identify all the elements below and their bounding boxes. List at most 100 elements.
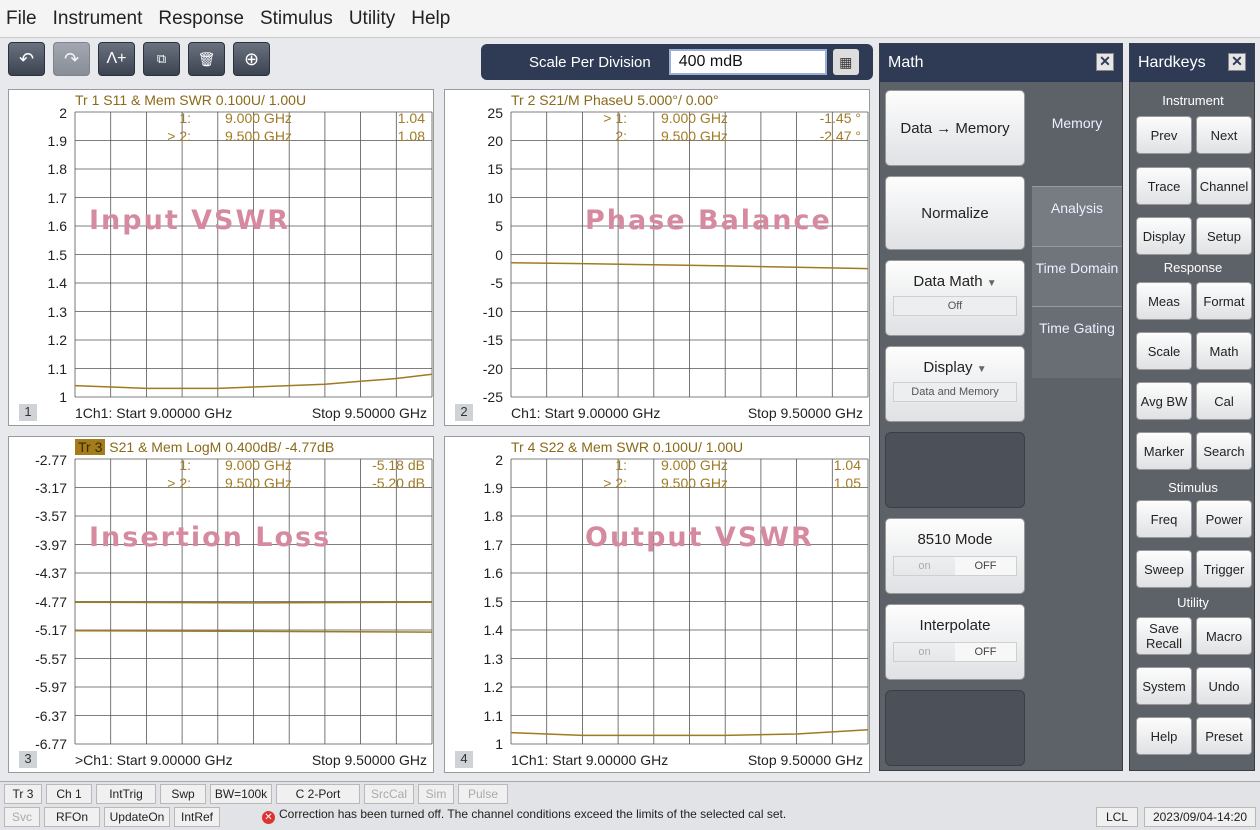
dropdown-arrow-icon: ▼ xyxy=(976,364,987,375)
y-tick-label: 1.8 xyxy=(47,161,67,177)
hardkey-meas[interactable]: Meas xyxy=(1136,282,1192,320)
hardkey-marker[interactable]: Marker xyxy=(1136,432,1192,470)
stop-frequency: Stop 9.50000 GHz xyxy=(311,752,427,768)
toolbar: ↶ ↷ Λ+ ⧉ 🗑 ⊕ xyxy=(8,42,270,80)
stop-frequency: Stop 9.50000 GHz xyxy=(747,752,863,768)
status-indicator[interactable]: Pulse xyxy=(458,784,508,804)
hardkey-cal[interactable]: Cal xyxy=(1196,382,1252,420)
trace-plot[interactable] xyxy=(445,90,871,427)
status-indicator[interactable]: BW=100k xyxy=(210,784,272,804)
y-tick-label: 1.1 xyxy=(483,707,503,724)
y-tick-label: -4.37 xyxy=(35,565,67,581)
copy-display-button[interactable]: ⧉ xyxy=(143,42,180,76)
8510-mode-button[interactable]: 8510 Mode on OFF xyxy=(885,518,1025,594)
interpolate-toggle[interactable]: on OFF xyxy=(893,642,1017,662)
trace-panel-3[interactable]: Tr 3 S21 & Mem LogM 0.400dB/ -4.77dB -2.… xyxy=(8,436,434,773)
display-value: Data and Memory xyxy=(893,382,1017,402)
keypad-button[interactable]: ▦ xyxy=(832,49,859,75)
status-indicator[interactable]: SrcCal xyxy=(364,784,414,804)
hardkey-sweep[interactable]: Sweep xyxy=(1136,550,1192,588)
8510-mode-label: 8510 Mode xyxy=(917,531,993,548)
copy-display-icon: ⧉ xyxy=(156,51,167,66)
hardkey-power[interactable]: Power xyxy=(1196,500,1252,538)
y-tick-label: -6.37 xyxy=(35,707,67,724)
redo-button[interactable]: ↷ xyxy=(53,42,90,76)
marker-add-button[interactable]: Λ+ xyxy=(98,42,135,76)
data-to-memory-button[interactable]: Data → Memory xyxy=(885,90,1025,166)
menu-instrument[interactable]: Instrument xyxy=(53,8,143,30)
y-tick-label: 1.3 xyxy=(47,303,67,320)
hardkey-trace[interactable]: Trace xyxy=(1136,167,1192,205)
zoom-button[interactable]: ⊕ xyxy=(233,42,270,76)
y-tick-label: 1.5 xyxy=(483,593,503,610)
scale-input[interactable]: 400 mdB xyxy=(668,49,827,75)
hardkey-next[interactable]: Next xyxy=(1196,116,1252,154)
hardkey-display[interactable]: Display xyxy=(1136,217,1192,255)
menu-help[interactable]: Help xyxy=(411,8,450,30)
interpolate-button[interactable]: Interpolate on OFF xyxy=(885,604,1025,680)
status-indicator[interactable]: Ch 1 xyxy=(46,784,92,804)
menu-stimulus[interactable]: Stimulus xyxy=(260,8,333,30)
hardkey-freq[interactable]: Freq xyxy=(1136,500,1192,538)
status-indicator[interactable]: RFOn xyxy=(44,807,100,827)
hardkey-search[interactable]: Search xyxy=(1196,432,1252,470)
undo-icon: ↶ xyxy=(18,48,35,69)
menu-utility[interactable]: Utility xyxy=(349,8,395,30)
y-tick-label: -6.77 xyxy=(35,736,67,752)
tab-time-gating[interactable]: Time Gating xyxy=(1032,306,1122,378)
menu-file[interactable]: File xyxy=(6,8,37,30)
trace-panel-1[interactable]: Tr 1 S11 & Mem SWR 0.100U/ 1.00U 2 1.9 1.8… xyxy=(8,89,434,426)
trace-plot[interactable] xyxy=(445,437,871,774)
status-indicator[interactable]: Sim xyxy=(418,784,454,804)
y-tick-label: 1.5 xyxy=(47,246,67,263)
status-indicator[interactable]: IntRef xyxy=(174,807,220,827)
marker-frequency: 9.000 GHz xyxy=(225,110,292,126)
y-tick-label: 1.2 xyxy=(47,332,67,348)
hardkey-math[interactable]: Math xyxy=(1196,332,1252,370)
hardkeys-header: Hardkeys ✕ xyxy=(1130,44,1254,82)
status-indicator[interactable]: Swp xyxy=(160,784,206,804)
menu-response[interactable]: Response xyxy=(158,8,244,30)
hardkey-macro[interactable]: Macro xyxy=(1196,617,1252,655)
delete-button[interactable]: 🗑 xyxy=(188,42,225,76)
hardkey-save-recall[interactable]: Save Recall xyxy=(1136,617,1192,655)
undo-button[interactable]: ↶ xyxy=(8,42,45,76)
hardkey-avg-bw[interactable]: Avg BW xyxy=(1136,382,1192,420)
hardkey-format[interactable]: Format xyxy=(1196,282,1252,320)
status-indicator[interactable]: UpdateOn xyxy=(104,807,170,827)
trace-panel-4[interactable]: Tr 4 S22 & Mem SWR 0.100U/ 1.00U 2 1.9 1.8… xyxy=(444,436,870,773)
8510-mode-toggle[interactable]: on OFF xyxy=(893,556,1017,576)
hardkey-preset[interactable]: Preset xyxy=(1196,717,1252,755)
toggle-on: on xyxy=(918,646,931,658)
y-tick-label: 20 xyxy=(487,132,503,149)
trace-watermark: Input VSWR xyxy=(89,205,291,236)
hardkey-undo[interactable]: Undo xyxy=(1196,667,1252,705)
status-indicator[interactable]: IntTrig xyxy=(96,784,156,804)
close-math-button[interactable]: ✕ xyxy=(1096,53,1114,71)
interpolate-label: Interpolate xyxy=(919,617,991,634)
math-tabs: Memory Analysis Time Domain Time Gating xyxy=(1032,82,1122,772)
y-tick-label: -3.17 xyxy=(35,479,67,496)
hardkey-trigger[interactable]: Trigger xyxy=(1196,550,1252,588)
tab-memory[interactable]: Memory xyxy=(1032,102,1122,174)
status-indicator[interactable]: Svc xyxy=(4,807,40,827)
status-indicator[interactable]: C 2-Port xyxy=(276,784,360,804)
error-icon: ✕ xyxy=(262,811,275,824)
normalize-button[interactable]: Normalize xyxy=(885,176,1025,250)
hardkey-help[interactable]: Help xyxy=(1136,717,1192,755)
display-button[interactable]: Display ▼ Data and Memory xyxy=(885,346,1025,422)
hardkey-prev[interactable]: Prev xyxy=(1136,116,1192,154)
y-tick-label: 10 xyxy=(487,189,503,206)
trace-line-2 xyxy=(74,601,433,604)
status-indicator[interactable]: Tr 3 xyxy=(4,784,42,804)
hardkey-scale[interactable]: Scale xyxy=(1136,332,1192,370)
y-tick-label: 1.1 xyxy=(47,360,67,377)
data-math-button[interactable]: Data Math ▼ Off xyxy=(885,260,1025,336)
hardkey-system[interactable]: System xyxy=(1136,667,1192,705)
hardkey-channel[interactable]: Channel xyxy=(1196,167,1252,205)
trace-panel-2[interactable]: Tr 2 S21/M PhaseU 5.000°/ 0.00° 25 20 15 10… xyxy=(444,89,870,426)
hardkey-setup[interactable]: Setup xyxy=(1196,217,1252,255)
trace-plot[interactable] xyxy=(9,90,435,427)
close-hardkeys-button[interactable]: ✕ xyxy=(1228,53,1246,71)
trash-icon: 🗑 xyxy=(197,50,216,67)
